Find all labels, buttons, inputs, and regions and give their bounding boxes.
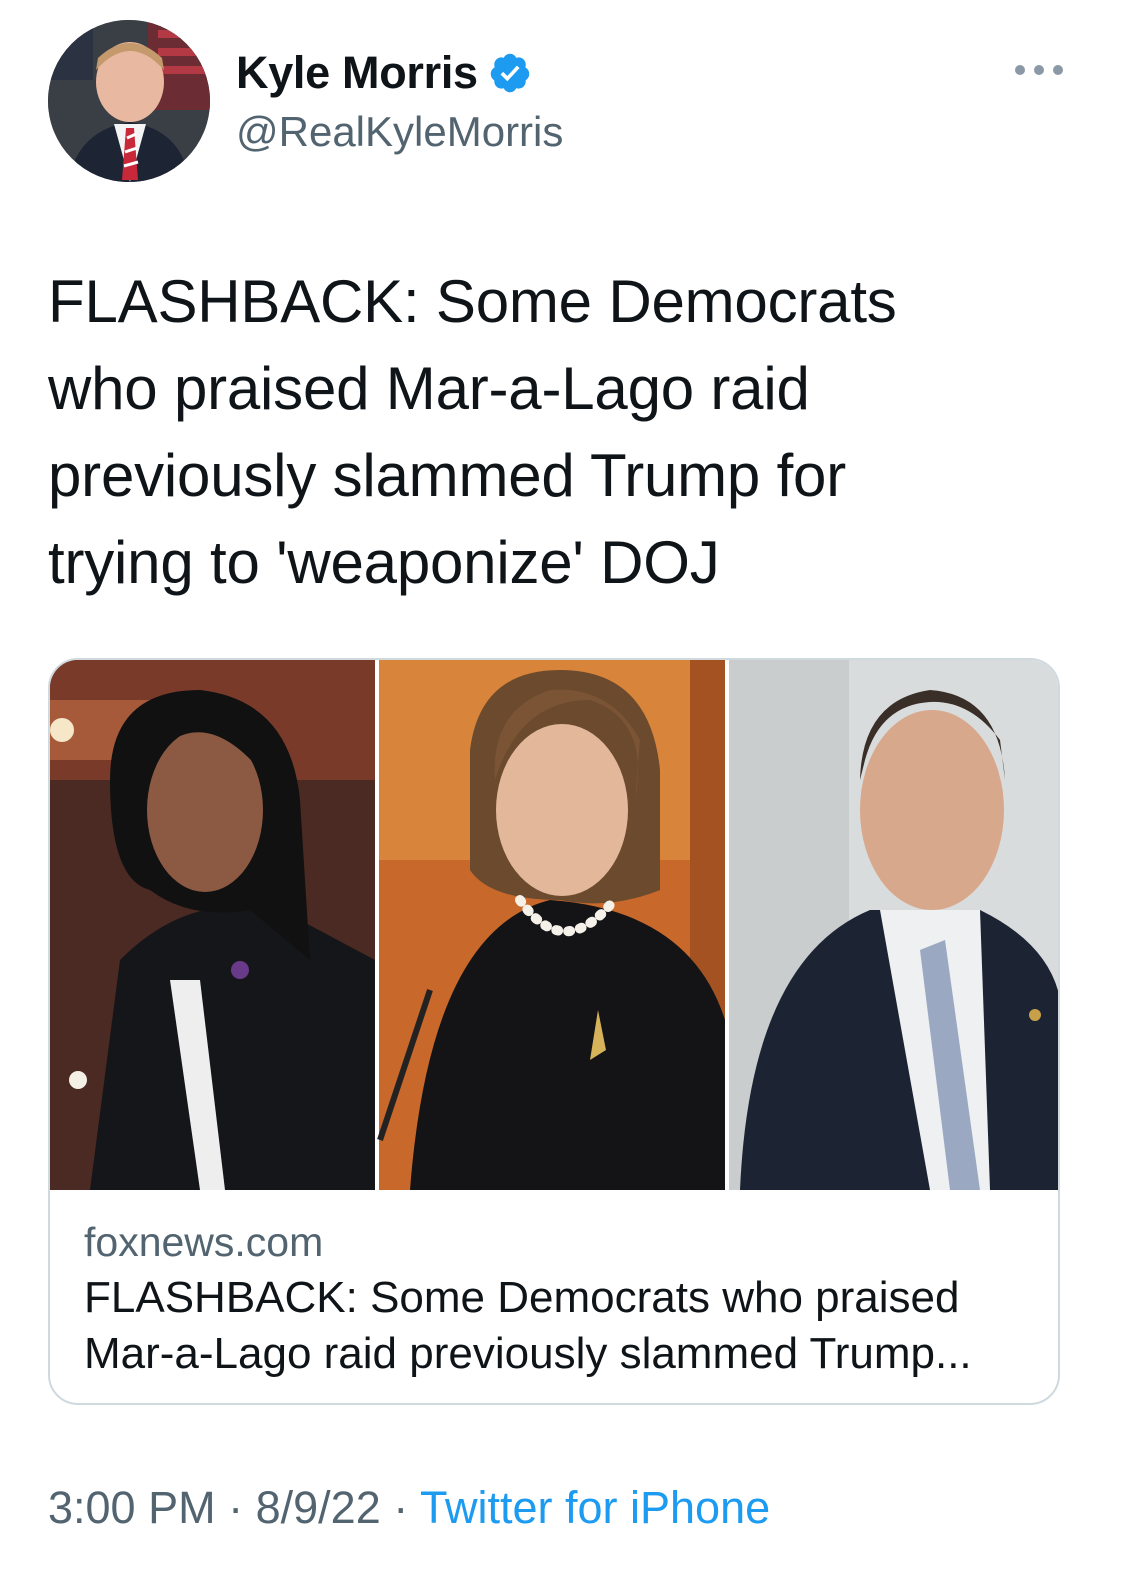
photo-panel-left: [50, 660, 375, 1190]
tweet-text: FLASHBACK: Some Democrats who praised Ma…: [48, 268, 897, 596]
tweet-time[interactable]: 3:00 PM: [48, 1482, 216, 1533]
more-horizontal-icon: [1015, 65, 1025, 75]
link-preview-image[interactable]: [50, 660, 1058, 1190]
user-handle[interactable]: @RealKyleMorris: [236, 106, 563, 158]
photo-panel-right: [729, 660, 1058, 1190]
more-horizontal-icon: [1034, 65, 1044, 75]
avatar[interactable]: [48, 20, 210, 182]
display-name[interactable]: Kyle Morris: [236, 44, 478, 102]
more-horizontal-icon: [1053, 65, 1063, 75]
link-preview-card[interactable]: foxnews.com FLASHBACK: Some Democrats wh…: [48, 658, 1060, 1405]
more-options-button[interactable]: [1015, 60, 1063, 80]
tweet-source-link[interactable]: Twitter for iPhone: [420, 1482, 770, 1533]
tweet-metadata: 3:00 PM · 8/9/22 · Twitter for iPhone: [48, 1478, 770, 1538]
verified-badge-icon: [488, 51, 532, 95]
link-title: FLASHBACK: Some Democrats who praised Ma…: [84, 1273, 972, 1378]
separator: ·: [393, 1482, 409, 1533]
user-name-row[interactable]: Kyle Morris: [236, 44, 532, 102]
separator: ·: [228, 1482, 244, 1533]
tweet-date[interactable]: 8/9/22: [256, 1482, 381, 1533]
link-domain: foxnews.com: [84, 1219, 324, 1265]
photo-panel-center: [377, 660, 725, 1190]
